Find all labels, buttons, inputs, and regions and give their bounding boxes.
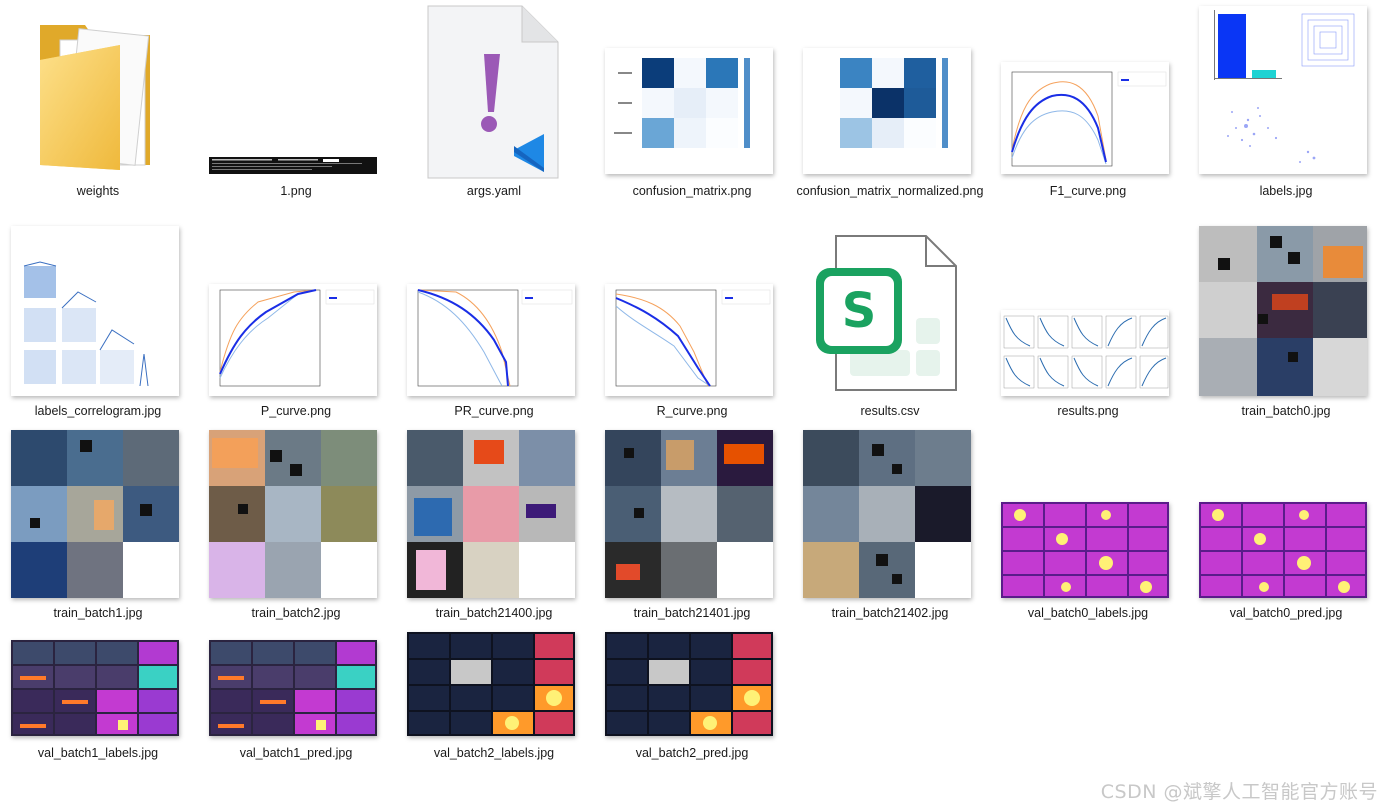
file-name: val_batch0_pred.jpg [1229, 606, 1343, 620]
correlogram-thumbnail [0, 222, 196, 400]
file-name: val_batch0_labels.jpg [1027, 606, 1149, 620]
folder-icon [0, 0, 196, 180]
file-name: F1_curve.png [1049, 184, 1127, 198]
val-batch-thumbnail [1188, 424, 1384, 602]
file-tile-1-png[interactable]: 1.png [198, 0, 394, 210]
file-tile-train-batch21401[interactable]: train_batch21401.jpg [594, 424, 790, 624]
file-tile-train-batch1[interactable]: train_batch1.jpg [0, 424, 196, 624]
file-tile-results-png[interactable]: results.png [990, 222, 1186, 422]
file-tile-results-csv[interactable]: S results.csv [792, 222, 988, 422]
file-name: PR_curve.png [454, 404, 534, 418]
file-name: labels.jpg [1259, 184, 1313, 198]
val-batch-thumbnail [990, 424, 1186, 602]
pr-curve-thumbnail [396, 222, 592, 400]
file-tile-train-batch21402[interactable]: train_batch21402.jpg [792, 424, 988, 624]
file-tile-pr-curve[interactable]: PR_curve.png [396, 222, 592, 422]
svg-text:S: S [842, 283, 877, 339]
train-batch-thumbnail [198, 424, 394, 602]
file-name: P_curve.png [260, 404, 332, 418]
confusion-matrix-normalized-thumbnail [792, 0, 988, 180]
file-name: results.png [1057, 404, 1119, 418]
train-batch-thumbnail [0, 424, 196, 602]
file-tile-train-batch2[interactable]: train_batch2.jpg [198, 424, 394, 624]
file-name: weights [76, 184, 120, 198]
r-curve-thumbnail [594, 222, 790, 400]
file-name: train_batch0.jpg [1241, 404, 1331, 418]
file-tile-train-batch21400[interactable]: train_batch21400.jpg [396, 424, 592, 624]
file-tile-p-curve[interactable]: P_curve.png [198, 222, 394, 422]
file-tile-confusion-matrix-normalized[interactable]: confusion_matrix_normalized.png [792, 0, 988, 220]
file-tile-val-batch0-labels[interactable]: val_batch0_labels.jpg [990, 424, 1186, 624]
file-name: train_batch1.jpg [53, 606, 143, 620]
val-batch-thumbnail [198, 626, 394, 742]
vscode-yaml-file-icon [396, 0, 592, 180]
file-name: confusion_matrix_normalized.png [796, 184, 984, 198]
results-plots-thumbnail [990, 222, 1186, 400]
file-name: train_batch2.jpg [251, 606, 341, 620]
file-tile-labels-correlogram[interactable]: labels_correlogram.jpg [0, 222, 196, 422]
train-batch-thumbnail [792, 424, 988, 602]
file-name: labels_correlogram.jpg [34, 404, 162, 418]
file-tile-r-curve[interactable]: R_curve.png [594, 222, 790, 422]
file-tile-val-batch0-pred[interactable]: val_batch0_pred.jpg [1188, 424, 1384, 624]
terminal-screenshot-thumbnail [198, 0, 394, 180]
file-tile-labels-jpg[interactable]: labels.jpg [1188, 0, 1384, 210]
wps-spreadsheet-file-icon: S [792, 222, 988, 400]
train-batch-thumbnail [1188, 222, 1384, 400]
file-name: val_batch2_labels.jpg [433, 746, 555, 760]
file-name: results.csv [860, 404, 920, 418]
file-tile-f1-curve[interactable]: F1_curve.png [990, 0, 1186, 210]
file-tile-confusion-matrix[interactable]: confusion_matrix.png [594, 0, 790, 210]
confusion-matrix-thumbnail [594, 0, 790, 180]
file-tile-train-batch0[interactable]: train_batch0.jpg [1188, 222, 1384, 422]
f1-curve-thumbnail [990, 0, 1186, 180]
file-name: val_batch1_pred.jpg [239, 746, 353, 760]
file-tile-val-batch2-labels[interactable]: val_batch2_labels.jpg [396, 626, 592, 766]
watermark: CSDN @斌擎人工智能官方账号 [1100, 781, 1378, 803]
file-name: args.yaml [466, 184, 522, 198]
file-tile-weights[interactable]: weights [0, 0, 196, 210]
val-batch-thumbnail [0, 626, 196, 742]
labels-thumbnail [1188, 0, 1384, 180]
file-tile-val-batch1-labels[interactable]: val_batch1_labels.jpg [0, 626, 196, 766]
val-batch-thumbnail [594, 626, 790, 742]
file-name: R_curve.png [656, 404, 728, 418]
file-name: val_batch2_pred.jpg [635, 746, 749, 760]
file-name: train_batch21402.jpg [831, 606, 949, 620]
file-name: 1.png [280, 184, 312, 198]
file-name: confusion_matrix.png [632, 184, 752, 198]
file-tile-val-batch1-pred[interactable]: val_batch1_pred.jpg [198, 626, 394, 766]
file-tile-val-batch2-pred[interactable]: val_batch2_pred.jpg [594, 626, 790, 766]
file-name: train_batch21400.jpg [435, 606, 553, 620]
p-curve-thumbnail [198, 222, 394, 400]
file-name: train_batch21401.jpg [633, 606, 751, 620]
file-tile-args-yaml[interactable]: args.yaml [396, 0, 592, 210]
file-name: val_batch1_labels.jpg [37, 746, 159, 760]
train-batch-thumbnail [396, 424, 592, 602]
val-batch-thumbnail [396, 626, 592, 742]
train-batch-thumbnail [594, 424, 790, 602]
